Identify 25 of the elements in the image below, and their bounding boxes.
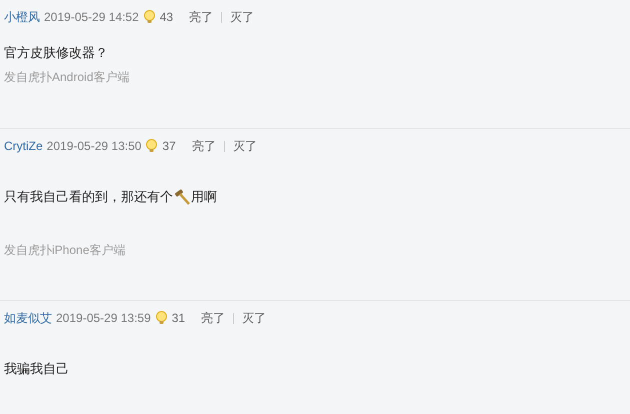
light-off-link[interactable]: 灭了 <box>242 309 266 327</box>
username-link[interactable]: 如麦似艾 <box>4 309 52 327</box>
light-off-link[interactable]: 灭了 <box>230 8 254 26</box>
comment-text: 只有我自己看的到，那还有个 <box>4 188 173 206</box>
light-up-link[interactable]: 亮了 <box>189 8 214 26</box>
light-up-link[interactable]: 亮了 <box>201 309 226 327</box>
light-up-link[interactable]: 亮了 <box>192 137 216 155</box>
lightbulb-icon <box>154 311 168 325</box>
username-link[interactable]: 小橙风 <box>4 8 40 26</box>
source-text: 发自虎扑iPhone客户端 <box>4 242 126 258</box>
lightbulb-icon <box>145 139 158 153</box>
comment-text: 我骗我自己 <box>4 360 69 378</box>
like-count: 43 <box>160 9 174 26</box>
post-time: 2019-05-29 13:50 <box>46 138 142 155</box>
light-off-link[interactable]: 灭了 <box>232 137 257 155</box>
like-count: 31 <box>172 310 186 327</box>
post-time: 2019-05-29 13:59 <box>56 310 151 327</box>
comment-text: 用啊 <box>191 188 217 206</box>
like-count: 37 <box>162 138 176 155</box>
post-time: 2019-05-29 14:52 <box>44 9 139 26</box>
username-link[interactable]: CrytiZe <box>4 137 43 155</box>
hammer-icon <box>173 188 191 205</box>
lightbulb-icon <box>142 10 156 24</box>
comment-text: 官方皮肤修改器？ <box>4 44 108 62</box>
source-text: 发自虎扑Android客户端 <box>4 68 130 86</box>
